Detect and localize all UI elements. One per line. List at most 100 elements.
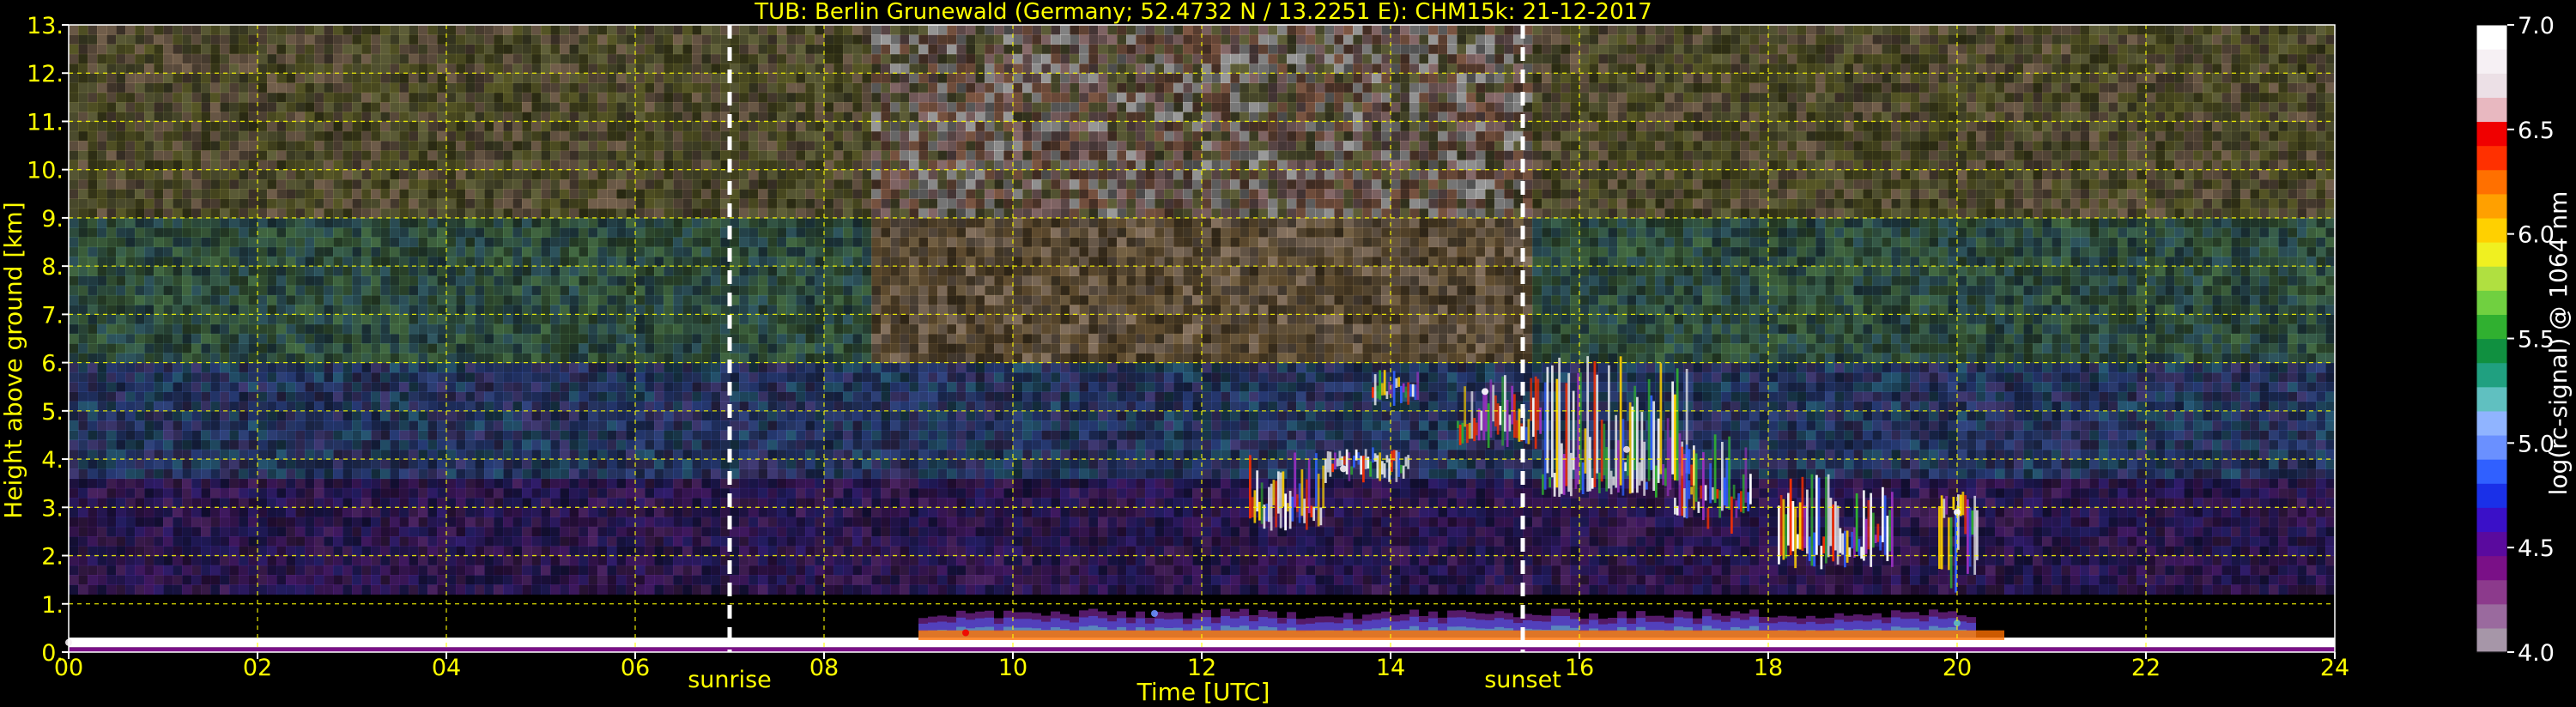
noise-cell [456,208,466,219]
noise-cell [569,333,579,344]
noise-cell [550,459,561,469]
noise-cell [758,275,768,287]
noise-cell [796,227,806,238]
noise-cell [135,449,145,460]
noise-cell [437,323,447,335]
noise-cell [824,420,834,431]
noise-cell [295,63,306,74]
noise-cell [852,449,863,460]
noise-cell [163,478,173,489]
noise-cell [97,237,107,248]
noise-cell [352,362,362,373]
noise-cell [409,217,419,228]
noise-cell [78,44,88,55]
noise-cell [531,410,542,421]
noise-cell [418,189,428,199]
noise-cell [645,140,655,151]
noise-cell [248,227,258,238]
noise-cell [106,517,117,528]
noise-cell [777,420,787,431]
noise-cell [843,198,853,209]
noise-cell [210,323,221,335]
noise-cell [154,487,164,499]
noise-cell [616,314,627,325]
noise-cell [664,323,674,335]
noise-cell [815,44,825,55]
noise-cell [852,420,863,431]
noise-cell [427,420,438,431]
noise-cell [503,189,513,199]
noise-cell [201,575,211,585]
noise-cell [749,468,759,480]
noise-cell [805,227,815,238]
noise-cell [616,294,627,305]
noise-cell [796,178,806,190]
noise-cell [522,391,532,402]
noise-cell [475,140,485,151]
noise-cell [78,536,88,547]
noise-cell [777,487,787,499]
noise-cell [456,294,466,305]
noise-cell [758,150,768,160]
noise-cell [465,517,476,528]
noise-cell [295,468,306,480]
noise-cell [862,498,872,508]
noise-cell [616,112,627,122]
noise-cell [503,372,513,383]
noise-cell [541,468,551,480]
noise-cell [579,189,589,199]
noise-cell [550,25,561,35]
noise-cell [380,372,391,383]
noise-cell [654,227,664,238]
noise-cell [645,575,655,585]
noise-cell [607,305,617,315]
noise-cell [418,333,428,344]
noise-cell [749,575,759,585]
noise-cell [465,439,476,450]
noise-cell [531,468,542,480]
noise-cell [258,25,268,35]
noise-cell [616,555,627,566]
noise-cell [833,285,844,296]
noise-cell [767,150,778,160]
noise-cell [635,121,646,132]
noise-cell [135,34,145,45]
noise-cell [673,439,683,450]
noise-cell [239,266,249,276]
noise-cell [645,266,655,276]
noise-cell [106,227,117,238]
noise-cell [125,44,136,55]
noise-cell [125,217,136,228]
noise-cell [125,101,136,112]
noise-cell [248,63,258,74]
noise-cell [427,150,438,160]
noise-cell [116,160,126,171]
noise-cell [173,92,183,103]
noise-cell [390,275,400,287]
noise-cell [295,121,306,132]
noise-cell [484,333,494,344]
noise-cell [69,555,79,566]
noise-cell [69,372,79,383]
noise-cell [342,169,353,180]
noise-cell [352,372,362,383]
noise-cell [465,53,476,64]
noise-cell [541,256,551,267]
noise-cell [446,130,457,142]
noise-cell [654,507,664,518]
noise-cell [843,101,853,112]
noise-cell [210,53,221,64]
noise-cell [97,430,107,441]
noise-cell [399,468,409,480]
noise-cell [201,92,211,103]
noise-cell [777,430,787,441]
noise-cell [135,305,145,315]
noise-cell [380,150,391,160]
noise-cell [531,285,542,296]
noise-cell [258,314,268,325]
noise-cell [626,314,636,325]
noise-cell [512,208,523,219]
noise-cell [692,546,702,557]
noise-cell [446,246,457,257]
noise-cell [380,430,391,441]
